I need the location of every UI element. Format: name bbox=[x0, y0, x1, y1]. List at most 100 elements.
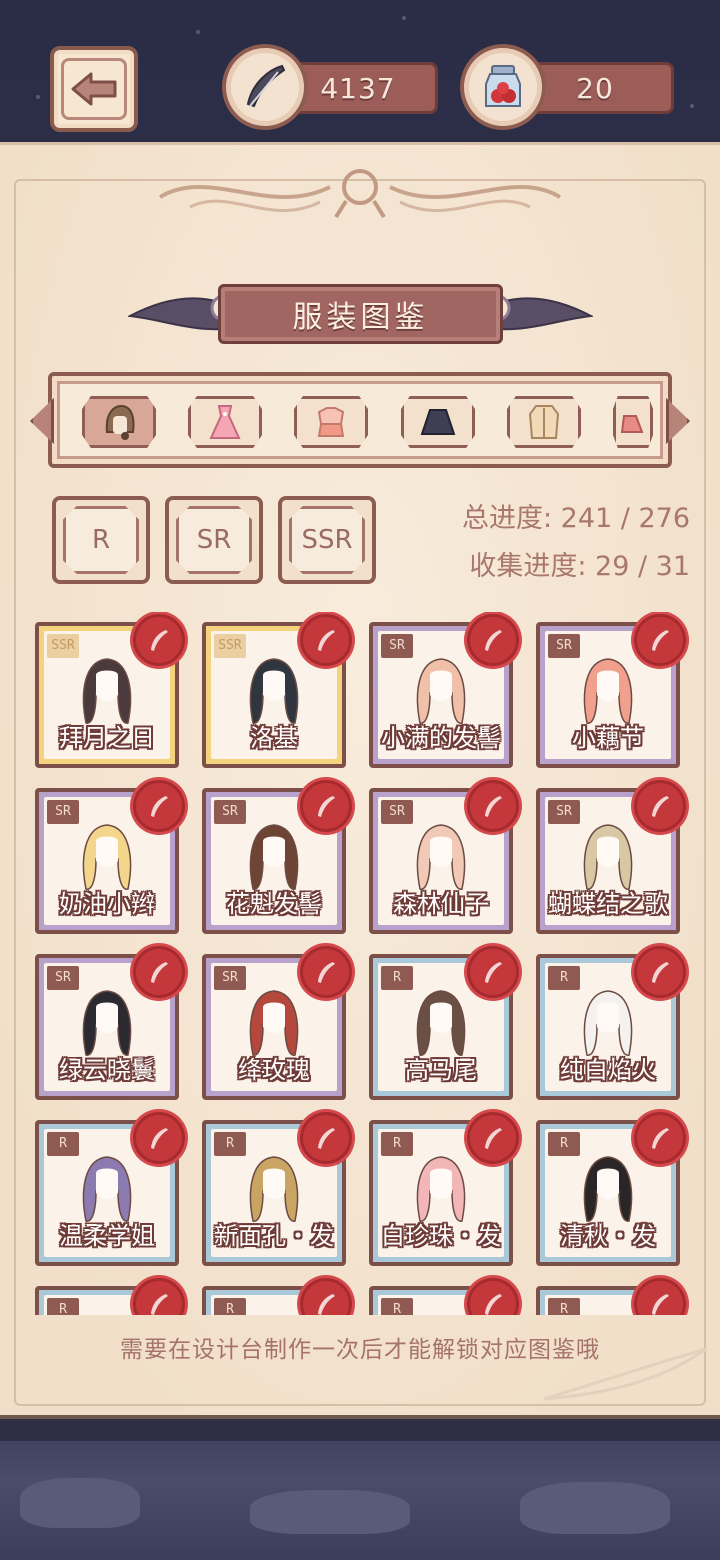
top-icon bbox=[317, 407, 345, 437]
item-name: 小藕节 bbox=[572, 724, 644, 752]
wax-seal-icon bbox=[467, 946, 519, 998]
wax-seal-icon bbox=[300, 946, 352, 998]
shoe-icon bbox=[620, 415, 644, 433]
item-name: 温柔学姐 bbox=[59, 1222, 155, 1250]
back-arrow-icon bbox=[61, 58, 127, 120]
category-bar bbox=[30, 372, 690, 468]
potion-count: 20 bbox=[576, 71, 614, 105]
wax-seal-icon bbox=[133, 946, 185, 998]
wax-seal-icon bbox=[133, 1112, 185, 1164]
item-card[interactable]: R bbox=[536, 1278, 686, 1315]
wax-seal-icon bbox=[133, 780, 185, 832]
item-card[interactable]: SR 森林仙子 bbox=[369, 780, 519, 934]
star-decoration bbox=[402, 16, 406, 20]
item-name: 奶油小辫 bbox=[59, 890, 155, 918]
item-name: 新面孔・发 bbox=[214, 1222, 334, 1250]
filter-r-button[interactable]: R bbox=[52, 496, 150, 584]
tab-shoes[interactable] bbox=[613, 396, 653, 448]
item-card[interactable]: SSR 拜月之日 bbox=[35, 614, 185, 768]
tab-skirt[interactable] bbox=[401, 396, 475, 448]
potion-currency: 20 bbox=[460, 44, 678, 134]
item-card[interactable]: R bbox=[202, 1278, 352, 1315]
feather-currency: 4137 bbox=[222, 44, 440, 134]
rock-decoration bbox=[520, 1482, 670, 1534]
wax-seal-icon bbox=[133, 1278, 185, 1315]
filter-sr-button[interactable]: SR bbox=[165, 496, 263, 584]
wax-seal-icon bbox=[300, 614, 352, 666]
title-ribbon: 服装图鉴 bbox=[128, 278, 593, 350]
item-card[interactable]: R 高马尾 bbox=[369, 946, 519, 1100]
rarity-badge: R bbox=[381, 1298, 413, 1315]
rarity-badge: R bbox=[548, 1298, 580, 1315]
star-decoration bbox=[36, 95, 40, 99]
item-name: 清秋・发 bbox=[560, 1222, 656, 1250]
feather-count: 4137 bbox=[320, 71, 396, 105]
wax-seal-icon bbox=[467, 780, 519, 832]
ornament-flourish-icon bbox=[158, 169, 562, 219]
potion-jar-icon bbox=[460, 44, 546, 130]
item-card[interactable]: R 清秋・发 bbox=[536, 1112, 686, 1266]
item-card[interactable]: SR 绛玫瑰 bbox=[202, 946, 352, 1100]
wax-seal-icon bbox=[634, 614, 686, 666]
item-card[interactable]: R 新面孔・发 bbox=[202, 1112, 352, 1266]
wax-seal-icon bbox=[133, 614, 185, 666]
wax-seal-icon bbox=[634, 946, 686, 998]
item-card[interactable]: SR 小满的发髻 bbox=[369, 614, 519, 768]
item-name: 森林仙子 bbox=[393, 890, 489, 918]
skirt-icon bbox=[420, 409, 456, 435]
item-grid: SSR 拜月之日 SSR 洛基 SR 小满的发髻 SR 小藕节 SR 奶油小辫 SR 花魁发髻 SR 森林… bbox=[30, 612, 690, 1315]
title-plate: 服装图鉴 bbox=[218, 284, 503, 344]
item-name: 小满的发髻 bbox=[381, 724, 501, 752]
item-name: 洛基 bbox=[250, 724, 298, 752]
item-name: 纯白焰火 bbox=[560, 1056, 656, 1084]
tab-hair[interactable] bbox=[82, 396, 156, 448]
item-card[interactable]: SSR 洛基 bbox=[202, 614, 352, 768]
coat-icon bbox=[528, 405, 560, 439]
item-name: 高马尾 bbox=[405, 1056, 477, 1084]
filter-r-frame: R bbox=[63, 506, 139, 574]
star-decoration bbox=[196, 30, 200, 34]
filter-sr-frame: SR bbox=[176, 506, 252, 574]
filter-r-label: R bbox=[91, 525, 111, 555]
item-card[interactable]: SR 小藕节 bbox=[536, 614, 686, 768]
filter-ssr-frame: SSR bbox=[289, 506, 365, 574]
item-name: 白珍珠・发 bbox=[381, 1222, 501, 1250]
item-card[interactable]: R bbox=[35, 1278, 185, 1315]
feather-decoration-icon bbox=[543, 1347, 707, 1401]
item-name: 蝴蝶结之歌 bbox=[548, 890, 668, 918]
total-progress: 总进度: 241 / 276 bbox=[461, 503, 690, 534]
tab-top[interactable] bbox=[294, 396, 368, 448]
filter-ssr-button[interactable]: SSR bbox=[278, 496, 376, 584]
item-card[interactable]: R 白珍珠・发 bbox=[369, 1112, 519, 1266]
rarity-badge: R bbox=[214, 1298, 246, 1315]
wax-seal-icon bbox=[467, 614, 519, 666]
star-decoration bbox=[690, 104, 694, 108]
item-card[interactable]: SR 绿云晓鬟 bbox=[35, 946, 185, 1100]
dress-icon bbox=[209, 405, 241, 439]
wooden-shelf bbox=[0, 1415, 720, 1441]
item-card[interactable]: R 纯白焰火 bbox=[536, 946, 686, 1100]
rarity-badge: R bbox=[47, 1298, 79, 1315]
item-card[interactable]: SR 奶油小辫 bbox=[35, 780, 185, 934]
filter-ssr-label: SSR bbox=[301, 525, 353, 555]
item-card[interactable]: R bbox=[369, 1278, 519, 1315]
back-button[interactable] bbox=[50, 46, 138, 132]
collection-progress: 收集进度: 29 / 31 bbox=[469, 551, 690, 582]
wax-seal-icon bbox=[467, 1278, 519, 1315]
rock-decoration bbox=[20, 1478, 140, 1528]
item-card[interactable]: R 温柔学姐 bbox=[35, 1112, 185, 1266]
tab-dress[interactable] bbox=[188, 396, 262, 448]
tab-coat[interactable] bbox=[507, 396, 581, 448]
wax-seal-icon bbox=[467, 1112, 519, 1164]
item-name: 绛玫瑰 bbox=[238, 1056, 310, 1084]
wax-seal-icon bbox=[634, 780, 686, 832]
wax-seal-icon bbox=[634, 1278, 686, 1315]
item-name: 花魁发髻 bbox=[226, 890, 322, 918]
page-title: 服装图鉴 bbox=[292, 300, 429, 335]
wax-seal-icon bbox=[634, 1112, 686, 1164]
item-card[interactable]: SR 花魁发髻 bbox=[202, 780, 352, 934]
hair-icon bbox=[105, 404, 135, 440]
item-card[interactable]: SR 蝴蝶结之歌 bbox=[536, 780, 686, 934]
item-name: 绿云晓鬟 bbox=[59, 1056, 155, 1084]
wax-seal-icon bbox=[300, 1278, 352, 1315]
